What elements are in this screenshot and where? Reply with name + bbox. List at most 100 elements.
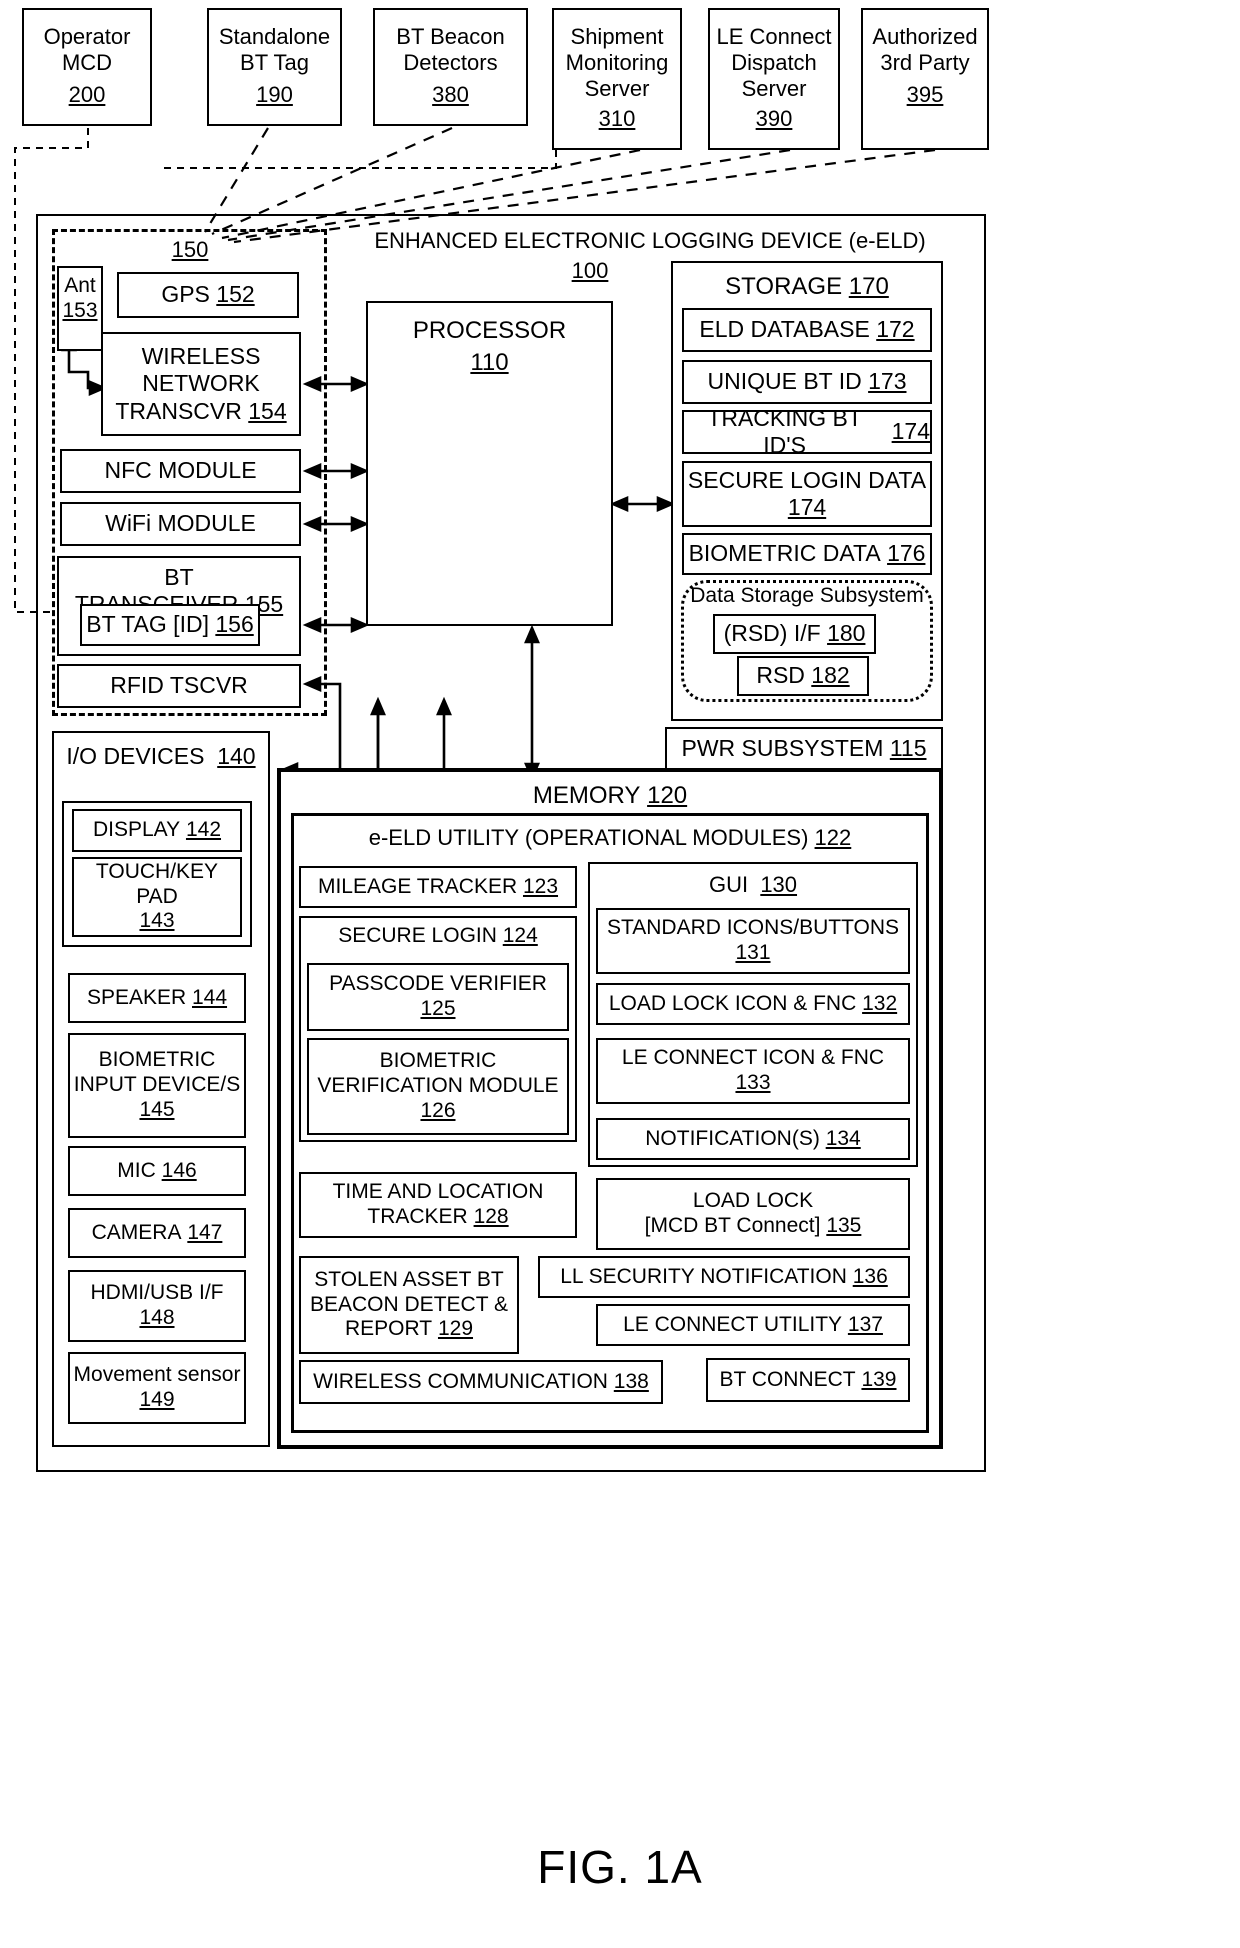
wifi-module-box[interactable]: WiFi MODULE (60, 502, 301, 546)
rsd-interface-box[interactable]: (RSD) I/F 180 (713, 614, 876, 654)
storage-item-label: ELD DATABASE (699, 316, 870, 343)
bt-connect-box[interactable]: BT CONNECT 139 (706, 1358, 910, 1402)
module-label: SECURE LOGIN (338, 924, 497, 947)
le-connect-utility-box[interactable]: LE CONNECT UTILITY 137 (596, 1304, 910, 1346)
notifications-box[interactable]: NOTIFICATION(S) 134 (596, 1118, 910, 1160)
storage-item-unique-bt-id[interactable]: UNIQUE BT ID 173 (682, 360, 932, 404)
movement-sensor-box[interactable]: Movement sensor 149 (68, 1352, 246, 1424)
mic-box[interactable]: MIC 146 (68, 1146, 246, 1196)
module-label: BT CONNECT (719, 1367, 856, 1391)
biometric-line: BIOMETRIC (98, 1048, 216, 1072)
reference-number: 310 (598, 105, 636, 131)
hdmi-usb-interface-box[interactable]: HDMI/USB I/F 148 (68, 1270, 246, 1342)
reference-number: 134 (825, 1126, 861, 1150)
rsd-box[interactable]: RSD 182 (737, 656, 869, 696)
display-box[interactable]: DISPLAY 142 (72, 809, 242, 852)
reference-number: 144 (192, 985, 228, 1009)
reference-number: 123 (522, 874, 559, 898)
module-line: [MCD BT Connect] (644, 1214, 821, 1237)
reference-number: 137 (847, 1312, 883, 1336)
external-node-line: Detectors (403, 49, 498, 75)
external-node-standalone-bt-tag[interactable]: Standalone BT Tag 190 (207, 8, 342, 126)
e-eld-reference-number: 100 (571, 258, 609, 283)
external-node-shipment-monitoring-server[interactable]: Shipment Monitoring Server 310 (552, 8, 682, 150)
external-node-line: Shipment (570, 24, 664, 49)
reference-number: 154 (248, 397, 287, 424)
storage-title: STORAGE (725, 273, 843, 300)
external-node-line: Server (741, 75, 807, 101)
storage-item-biometric-data[interactable]: BIOMETRIC DATA 176 (682, 533, 932, 575)
reference-number: 176 (887, 540, 926, 567)
touch-keypad-box[interactable]: TOUCH/KEY PAD 143 (72, 857, 242, 937)
module-line: VERIFICATION MODULE (317, 1074, 559, 1098)
reference-number: 126 (420, 1098, 456, 1122)
reference-number: 395 (906, 81, 944, 107)
external-node-line: Dispatch (731, 49, 817, 75)
reference-number: 156 (215, 611, 254, 638)
load-lock-mcd-bt-connect-box[interactable]: LOAD LOCK [MCD BT Connect] 135 (596, 1178, 910, 1250)
standard-icons-buttons-box[interactable]: STANDARD ICONS/BUTTONS 131 (596, 908, 910, 974)
data-storage-subsystem-title: Data Storage Subsystem (690, 584, 924, 607)
le-connect-icon-fnc-box[interactable]: LE CONNECT ICON & FNC 133 (596, 1038, 910, 1104)
nfc-label: NFC MODULE (104, 457, 257, 484)
external-node-line: LE Connect (716, 24, 832, 49)
storage-item-secure-login-data[interactable]: SECURE LOGIN DATA 174 (682, 461, 932, 527)
memory-title: MEMORY (532, 782, 641, 809)
mic-label: MIC (117, 1158, 156, 1182)
nfc-module-box[interactable]: NFC MODULE (60, 449, 301, 493)
display-label: DISPLAY (92, 818, 181, 842)
antenna-label: Ant (64, 274, 96, 297)
camera-box[interactable]: CAMERA 147 (68, 1208, 246, 1258)
biometric-input-device-box[interactable]: BIOMETRIC INPUT DEVICE/S 145 (68, 1033, 246, 1138)
bt-tag-label: BT TAG [ID] (86, 611, 209, 638)
external-node-operator-mcd[interactable]: Operator MCD 200 (22, 8, 152, 126)
storage-item-eld-database[interactable]: ELD DATABASE 172 (682, 308, 932, 352)
hdmi-usb-label: HDMI/USB I/F (90, 1281, 224, 1305)
load-lock-icon-fnc-box[interactable]: LOAD LOCK ICON & FNC 132 (596, 983, 910, 1025)
reference-number: 149 (139, 1388, 175, 1411)
module-label: PASSCODE VERIFIER (329, 972, 547, 996)
passcode-verifier-box[interactable]: PASSCODE VERIFIER 125 (307, 963, 569, 1031)
bt-tag-box[interactable]: BT TAG [ID] 156 (80, 604, 260, 646)
reference-number: 110 (470, 349, 509, 377)
figure-caption: FIG. 1A (537, 1841, 703, 1893)
wireless-communication-box[interactable]: WIRELESS COMMUNICATION 138 (299, 1360, 663, 1404)
ll-security-notification-box[interactable]: LL SECURITY NOTIFICATION 136 (538, 1256, 910, 1298)
storage-item-label: UNIQUE BT ID (707, 368, 862, 395)
external-node-le-connect-dispatch-server[interactable]: LE Connect Dispatch Server 390 (708, 8, 840, 150)
gps-label: GPS (161, 281, 210, 308)
external-node-bt-beacon-detectors[interactable]: BT Beacon Detectors 380 (373, 8, 528, 126)
module-line: REPORT (344, 1317, 433, 1341)
external-node-authorized-third-party[interactable]: Authorized 3rd Party 395 (861, 8, 989, 150)
reference-number: 390 (755, 105, 793, 131)
storage-item-tracking-bt-ids[interactable]: TRACKING BT ID'S 174 (682, 405, 932, 458)
speaker-box[interactable]: SPEAKER 144 (68, 973, 246, 1023)
wireless-line: NETWORK (142, 370, 260, 397)
stolen-asset-bt-beacon-box[interactable]: STOLEN ASSET BT BEACON DETECT & REPORT 1… (299, 1256, 519, 1354)
module-line: TIME AND LOCATION (332, 1180, 544, 1204)
power-subsystem-box[interactable]: PWR SUBSYSTEM 115 (665, 727, 943, 771)
reference-number: 174 (891, 418, 930, 445)
reference-number: 146 (161, 1158, 197, 1182)
wireless-network-transceiver-box[interactable]: WIRELESS NETWORK TRANSCVR 154 (101, 332, 301, 436)
mileage-tracker-box[interactable]: MILEAGE TRACKER 123 (299, 866, 577, 908)
module-label: MILEAGE TRACKER (317, 874, 518, 898)
reference-number: 174 (787, 494, 827, 520)
processor-label: PROCESSOR (412, 317, 567, 344)
reference-number: 120 (647, 782, 688, 809)
reference-number: 152 (216, 281, 255, 308)
gui-item-label: STANDARD ICONS/BUTTONS (606, 916, 900, 940)
antenna-box[interactable]: Ant 153 (57, 266, 103, 351)
time-location-tracker-box[interactable]: TIME AND LOCATION TRACKER 128 (299, 1172, 577, 1238)
processor-box[interactable]: PROCESSOR 110 (366, 301, 613, 626)
external-node-line: Authorized (872, 24, 978, 49)
reference-number: 143 (139, 909, 175, 933)
rfid-transceiver-box[interactable]: RFID TSCVR (57, 664, 301, 708)
wifi-label: WiFi MODULE (105, 510, 256, 537)
reference-number: 130 (760, 872, 798, 897)
biometric-verification-module-box[interactable]: BIOMETRIC VERIFICATION MODULE 126 (307, 1038, 569, 1135)
gps-box[interactable]: GPS 152 (117, 272, 299, 318)
reference-number: 170 (848, 273, 889, 300)
communications-subsystem-reference-number: 150 (171, 237, 209, 262)
speaker-label: SPEAKER (86, 985, 187, 1009)
